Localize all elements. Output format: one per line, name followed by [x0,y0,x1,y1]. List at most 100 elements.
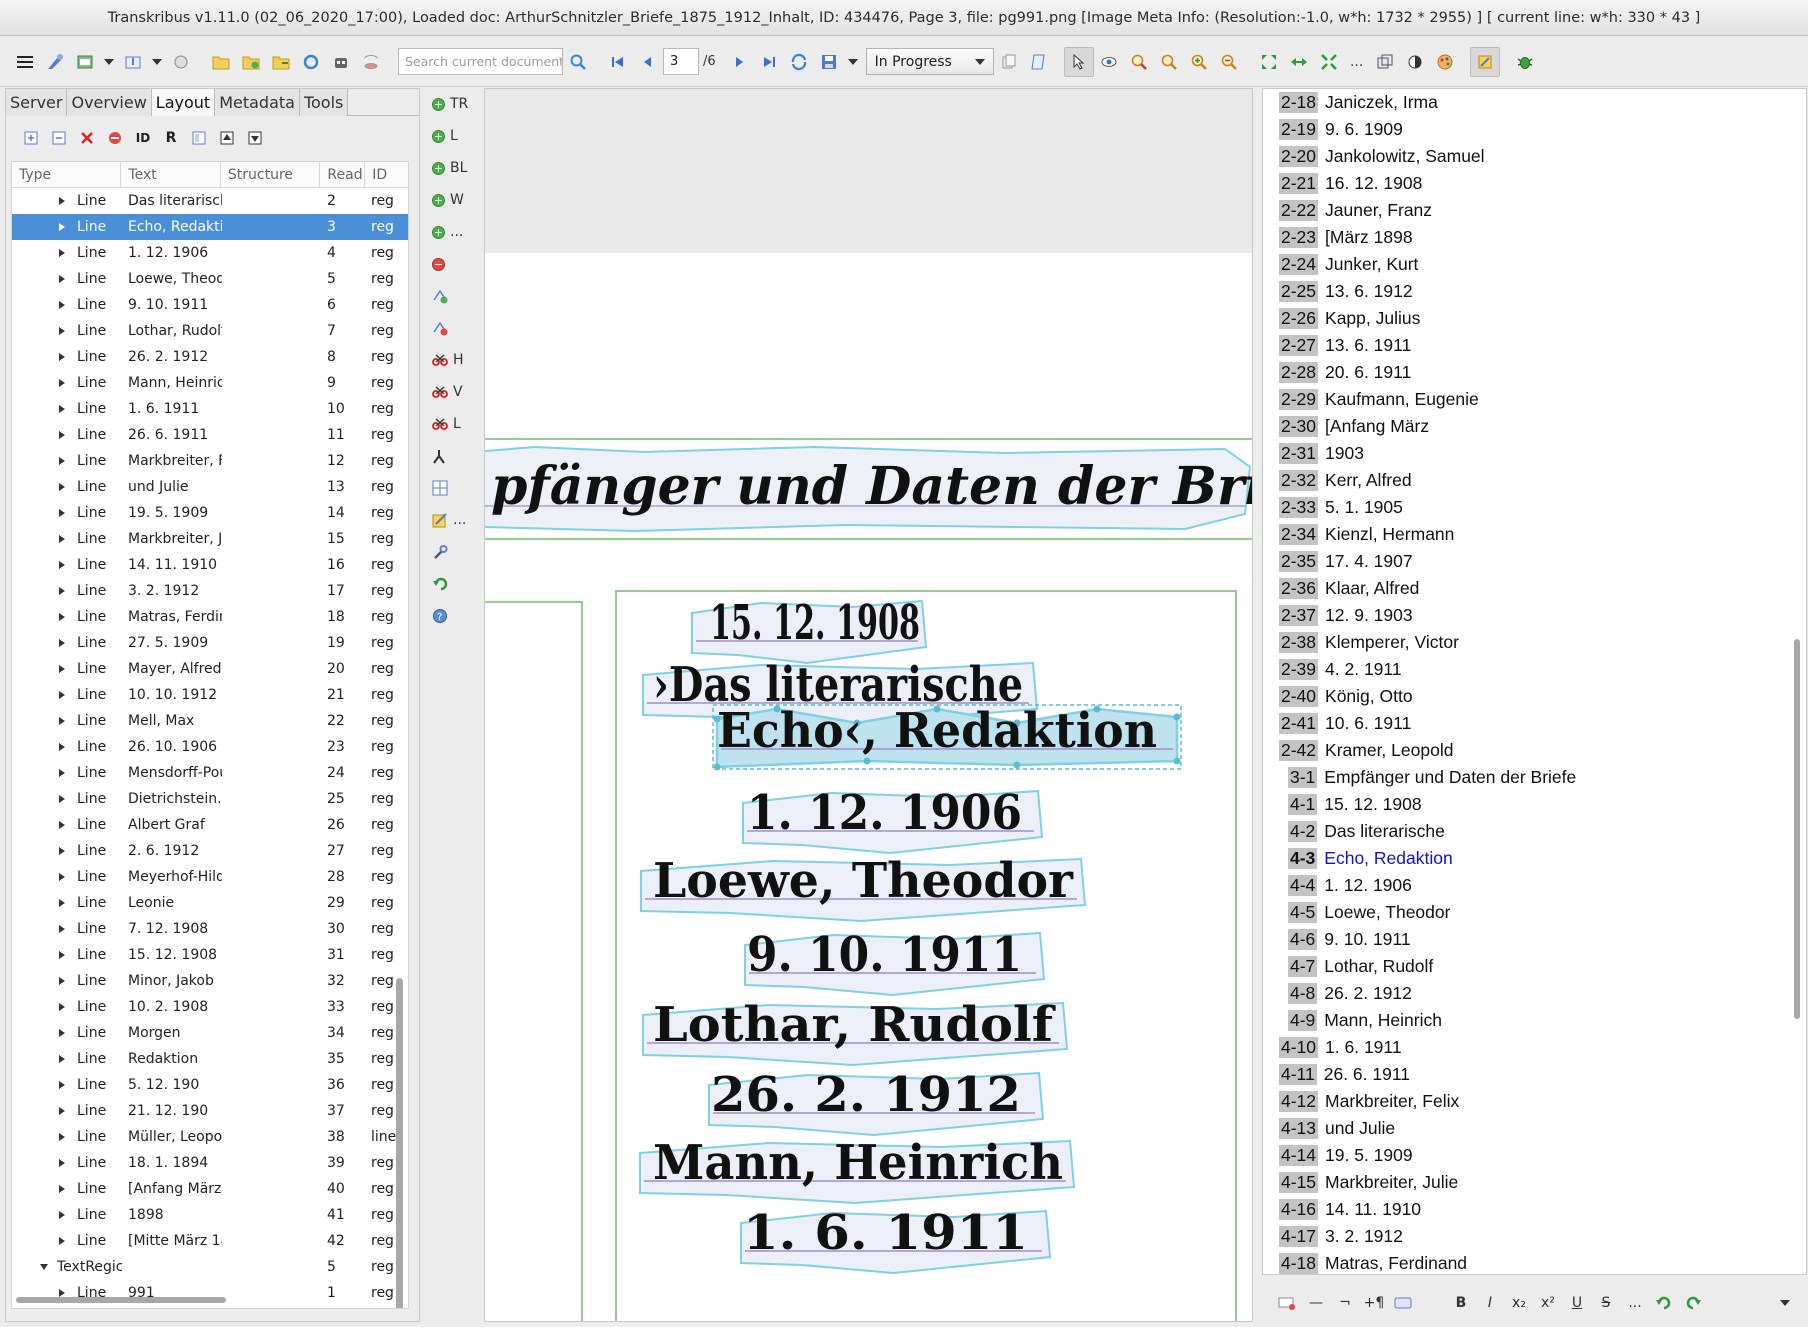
table-row[interactable]: Line Dietrichstein. 25 reg [12,786,408,812]
dropdown-arrow-icon[interactable] [148,47,166,77]
table-row[interactable]: Line 15. 12. 1908 31 reg [12,942,408,968]
delete-icon[interactable] [76,127,98,149]
transcription-line[interactable]: 4-4 1. 12. 1906 [1288,872,1412,899]
virtual-keyboard-icon[interactable] [1274,1290,1300,1316]
expand-arrow-icon[interactable] [59,951,65,959]
expand-arrow-icon[interactable] [59,223,65,231]
column-structure[interactable]: Structure [221,162,321,187]
transcription-line[interactable]: 4-17 3. 2. 1912 [1279,1223,1403,1250]
transcription-line[interactable]: 2-27 13. 6. 1911 [1279,332,1411,359]
layers-icon[interactable] [1370,47,1400,77]
transcription-line-current[interactable]: 4-3 Echo, Redaktion [1288,845,1453,872]
transcription-line[interactable]: 2-26 Kapp, Julius [1279,305,1420,332]
table-row[interactable]: Line 7. 12. 1908 30 reg [12,916,408,942]
table-row[interactable]: TextRegic 5 reg [12,1254,408,1280]
expand-arrow-icon[interactable] [59,509,65,517]
folder-add-icon[interactable] [236,47,266,77]
dropdown-arrow-icon[interactable] [100,47,118,77]
tool-split-v[interactable]: V [424,376,482,408]
column-read[interactable]: Read [320,162,366,187]
dropdown-arrow-icon[interactable] [844,47,862,77]
expand-arrow-icon[interactable] [59,197,65,205]
italic-button[interactable]: I [1477,1290,1503,1316]
transcription-line[interactable]: 2-21 16. 12. 1908 [1279,170,1422,197]
transcription-line[interactable]: 2-35 17. 4. 1907 [1279,548,1413,575]
transcription-line[interactable]: 2-42 Kramer, Leopold [1279,737,1453,764]
negation-button[interactable]: ¬ [1332,1290,1358,1316]
zoom-icon[interactable] [1154,47,1184,77]
transcription-line[interactable]: 4-10 1. 6. 1911 [1279,1034,1402,1061]
folder-export-icon[interactable] [266,47,296,77]
tab-tools[interactable]: Tools [299,89,349,116]
tool-add-l[interactable]: + L [424,120,482,152]
table-row[interactable]: Line und Julie 13 reg [12,474,408,500]
transcription-line[interactable]: 2-41 10. 6. 1911 [1279,710,1411,737]
table-row[interactable]: Line Mensdorff-Pou 24 reg [12,760,408,786]
table-row[interactable]: Line 18. 1. 1894 39 reg [12,1150,408,1176]
table-row[interactable]: Line Das literarisch 2 reg [12,188,408,214]
tool-add-more[interactable]: +... [424,216,482,248]
expand-arrow-icon[interactable] [59,327,65,335]
fit-width-icon[interactable] [1284,47,1314,77]
expand-arrow-icon[interactable] [59,275,65,283]
table-row[interactable]: Line 5. 12. 190 36 reg [12,1072,408,1098]
left-text-region[interactable] [485,601,583,1322]
transcription-line[interactable]: 4-13 und Julie [1279,1115,1395,1142]
first-page-icon[interactable] [603,47,633,77]
view-icon[interactable] [1094,47,1124,77]
tool-table[interactable] [424,472,482,504]
upload-icon[interactable] [118,47,148,77]
tab-server[interactable]: Server [6,89,68,116]
page-number-input[interactable]: 3 [663,48,699,75]
expand-arrow-icon[interactable] [59,613,65,621]
expand-arrow-icon[interactable] [59,405,65,413]
tool-add-tr[interactable]: + TR [424,88,482,120]
expand-arrow-icon[interactable] [59,561,65,569]
expand-arrow-icon[interactable] [59,1289,65,1297]
transcription-line[interactable]: 2-23 [März 1898 [1279,224,1413,251]
zoom-region-icon[interactable] [1124,47,1154,77]
table-row[interactable]: Line Müller, Leopol 38 line [12,1124,408,1150]
subscript-button[interactable]: x₂ [1506,1290,1532,1316]
transcription-line[interactable]: 4-2 Das literarische [1288,818,1445,845]
tool-add-bl[interactable]: + BL [424,152,482,184]
expand-arrow-icon[interactable] [59,535,65,543]
expand-arrow-icon[interactable] [59,1029,65,1037]
expand-arrow-icon[interactable] [59,665,65,673]
transcription-line[interactable]: 4-5 Loewe, Theodor [1288,899,1450,926]
table-row[interactable]: Line 14. 11. 1910 16 reg [12,552,408,578]
table-row[interactable]: Line 26. 10. 1906 23 reg [12,734,408,760]
expand-arrow-icon[interactable] [59,717,65,725]
table-row[interactable]: Line Minor, Jakob 32 reg [12,968,408,994]
transcription-line[interactable]: 2-19 9. 6. 1909 [1279,116,1403,143]
menu-icon[interactable] [10,47,40,77]
polygon-handle[interactable] [713,763,721,771]
expand-arrow-icon[interactable] [59,821,65,829]
dash-button[interactable]: — [1303,1290,1329,1316]
expand-arrow-icon[interactable] [59,925,65,933]
table-row[interactable]: Line 26. 6. 1911 11 reg [12,422,408,448]
polygon-handle[interactable] [1173,757,1181,765]
expand-arrow-icon[interactable] [59,795,65,803]
column-text[interactable]: Text [121,162,221,187]
table-row[interactable]: Line Meyerhof-Hild 28 reg [12,864,408,890]
transcription-line[interactable]: 4-8 26. 2. 1912 [1288,980,1412,1007]
search-input[interactable]: Search current document... [398,48,563,75]
tab-layout[interactable]: Layout [151,89,216,116]
table-row[interactable]: Line [Mitte März 18 42 reg [12,1228,408,1254]
table-row[interactable]: Line Mayer, Alfred 20 reg [12,656,408,682]
table-row[interactable]: Line [Anfang März 40 reg [12,1176,408,1202]
last-page-icon[interactable] [754,47,784,77]
expand-arrow-icon[interactable] [59,353,65,361]
transcription-line[interactable]: 4-9 Mann, Heinrich [1288,1007,1442,1034]
column-type[interactable]: Type [12,162,122,187]
table-row[interactable]: Line Loewe, Theod 5 reg [12,266,408,292]
bold-button[interactable]: B [1448,1290,1474,1316]
keyboard-icon[interactable] [1390,1290,1416,1316]
export-icon[interactable] [166,47,196,77]
paragraph-button[interactable]: +¶ [1361,1290,1387,1316]
table-row[interactable]: Line 10. 10. 1912 21 reg [12,682,408,708]
folder-icon[interactable] [206,47,236,77]
undo-icon[interactable] [1651,1290,1677,1316]
transcription-line[interactable]: 2-34 Kienzl, Hermann [1279,521,1454,548]
